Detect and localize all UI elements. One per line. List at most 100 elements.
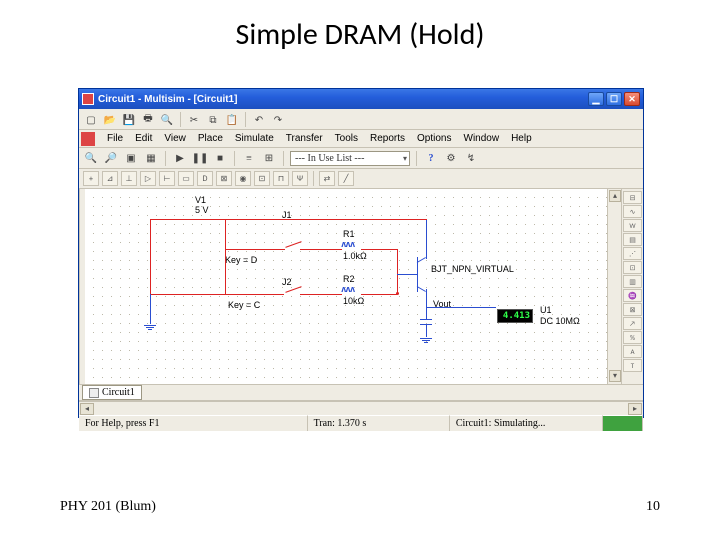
cap-icon[interactable]: ⊥: [121, 171, 137, 186]
workarea: V1 5 V J1 Key = D J2 Key: [79, 189, 643, 384]
maximize-button[interactable]: ☐: [606, 92, 622, 106]
footer-page: 10: [646, 499, 660, 515]
resistor-icon[interactable]: ⊿: [102, 171, 118, 186]
funcgen-icon[interactable]: ∿: [623, 205, 642, 218]
label-keyc: Key = C: [228, 300, 260, 310]
logic-icon[interactable]: ▥: [623, 275, 642, 288]
menu-window[interactable]: Window: [458, 133, 506, 144]
component-combo[interactable]: --- In Use List ---: [290, 151, 410, 166]
ic-icon[interactable]: ▭: [178, 171, 194, 186]
paste-icon[interactable]: 📋: [224, 111, 240, 127]
meter-reading: 4.413: [503, 311, 530, 321]
label-r1: R1: [343, 229, 355, 239]
preview-icon[interactable]: 🔍: [159, 111, 175, 127]
label-u1: U1: [540, 305, 552, 315]
grid-icon[interactable]: ▦: [143, 150, 159, 166]
zoom-fit-icon[interactable]: ▣: [123, 150, 139, 166]
print-icon[interactable]: 🖶: [140, 111, 156, 127]
undo-icon[interactable]: ↶: [251, 111, 267, 127]
cut-icon[interactable]: ✂: [186, 111, 202, 127]
scroll-right-icon[interactable]: ▸: [628, 403, 642, 415]
agilent-icon[interactable]: A: [623, 345, 642, 358]
doc-icon: [81, 132, 95, 146]
redo-icon[interactable]: ↷: [270, 111, 286, 127]
open-icon[interactable]: 📂: [102, 111, 118, 127]
network-icon[interactable]: ⊠: [623, 303, 642, 316]
transistor-icon[interactable]: ⊢: [159, 171, 175, 186]
titlebar[interactable]: Circuit1 - Multisim - [Circuit1] ▁ ☐ ✕: [79, 89, 643, 109]
scroll-up-icon[interactable]: ▴: [609, 190, 621, 202]
bode-icon[interactable]: ⋰: [623, 247, 642, 260]
diode-icon[interactable]: ▷: [140, 171, 156, 186]
copy-icon[interactable]: ⧉: [205, 111, 221, 127]
multimeter-icon[interactable]: ⊟: [623, 191, 642, 204]
doc-tab[interactable]: Circuit1: [82, 385, 142, 400]
label-r1-val: 1.0kΩ: [343, 251, 367, 261]
run-icon[interactable]: ▶: [172, 150, 188, 166]
save-icon[interactable]: 💾: [121, 111, 137, 127]
design-toolbar: 🔍 🔎 ▣ ▦ ▶ ❚❚ ■ ≡ ⊞ --- In Use List --- ?…: [79, 148, 643, 169]
status-prog: [603, 415, 643, 431]
menu-tools[interactable]: Tools: [329, 133, 364, 144]
doc-tab-label: Circuit1: [102, 387, 135, 398]
stop-icon[interactable]: ■: [212, 150, 228, 166]
menu-file[interactable]: File: [101, 133, 129, 144]
resistor-r1: ʌʌʌ: [341, 240, 354, 250]
pause-icon[interactable]: ❚❚: [192, 150, 208, 166]
source-icon[interactable]: +: [83, 171, 99, 186]
label-v1-val: 5 V: [195, 205, 209, 215]
menu-help[interactable]: Help: [505, 133, 538, 144]
horizontal-scrollbar[interactable]: ◂ ▸: [79, 401, 643, 415]
menu-view[interactable]: View: [158, 133, 192, 144]
menu-edit[interactable]: Edit: [129, 133, 158, 144]
spectrum-icon[interactable]: ♒: [623, 289, 642, 302]
tek-icon[interactable]: T: [623, 359, 642, 372]
menu-place[interactable]: Place: [192, 133, 229, 144]
wattmeter-icon[interactable]: W: [623, 219, 642, 232]
scroll-left-icon[interactable]: ◂: [80, 403, 94, 415]
menu-reports[interactable]: Reports: [364, 133, 411, 144]
dist-icon[interactable]: %: [623, 331, 642, 344]
app-window: Circuit1 - Multisim - [Circuit1] ▁ ☐ ✕ ▢…: [78, 88, 644, 418]
menu-transfer[interactable]: Transfer: [280, 133, 329, 144]
status-tran: Tran: 1.370 s: [308, 415, 450, 431]
close-button[interactable]: ✕: [624, 92, 640, 106]
statusbar: For Help, press F1 Tran: 1.370 s Circuit…: [79, 415, 643, 431]
resistor-r2: ʌʌʌ: [341, 285, 354, 295]
footer-course: PHY 201 (Blum): [60, 499, 156, 515]
mixed-icon[interactable]: ⊠: [216, 171, 232, 186]
zoom-out-icon[interactable]: 🔎: [103, 150, 119, 166]
gate-icon[interactable]: D: [197, 171, 213, 186]
instrument-palette: ⊟ ∿ W ▤ ⋰ ⊡ ▥ ♒ ⊠ ↗ % A T: [621, 189, 643, 384]
voltage-probe[interactable]: 4.413: [497, 309, 533, 323]
db-icon[interactable]: ≡: [241, 150, 257, 166]
wire-icon[interactable]: ╱: [338, 171, 354, 186]
app-icon: [82, 93, 94, 105]
net-icon[interactable]: ↯: [463, 150, 479, 166]
menu-options[interactable]: Options: [411, 133, 457, 144]
combo-text: --- In Use List ---: [295, 153, 364, 164]
status-sim: Circuit1: Simulating...: [450, 415, 603, 431]
counter-icon[interactable]: ⊡: [623, 261, 642, 274]
vertical-scrollbar[interactable]: ▴ ▾: [607, 189, 621, 384]
info-icon[interactable]: ⚙: [443, 150, 459, 166]
minimize-button[interactable]: ▁: [588, 92, 604, 106]
schematic-canvas[interactable]: V1 5 V J1 Key = D J2 Key: [85, 189, 621, 384]
label-j2: J2: [282, 277, 292, 287]
menu-simulate[interactable]: Simulate: [229, 133, 280, 144]
scope-icon[interactable]: ▤: [623, 233, 642, 246]
label-v1: V1: [195, 195, 206, 205]
help-icon[interactable]: ?: [423, 150, 439, 166]
zoom-in-icon[interactable]: 🔍: [83, 150, 99, 166]
label-q1: BJT_NPN_VIRTUAL: [431, 264, 514, 274]
iv-icon[interactable]: ↗: [623, 317, 642, 330]
pwm-icon[interactable]: ⊓: [273, 171, 289, 186]
misc-icon[interactable]: ⊡: [254, 171, 270, 186]
new-icon[interactable]: ▢: [83, 111, 99, 127]
scroll-down-icon[interactable]: ▾: [609, 370, 621, 382]
rf-icon[interactable]: Ψ: [292, 171, 308, 186]
status-help: For Help, press F1: [79, 415, 308, 431]
indicator-icon[interactable]: ◉: [235, 171, 251, 186]
bus-icon[interactable]: ⇄: [319, 171, 335, 186]
place-icon[interactable]: ⊞: [261, 150, 277, 166]
